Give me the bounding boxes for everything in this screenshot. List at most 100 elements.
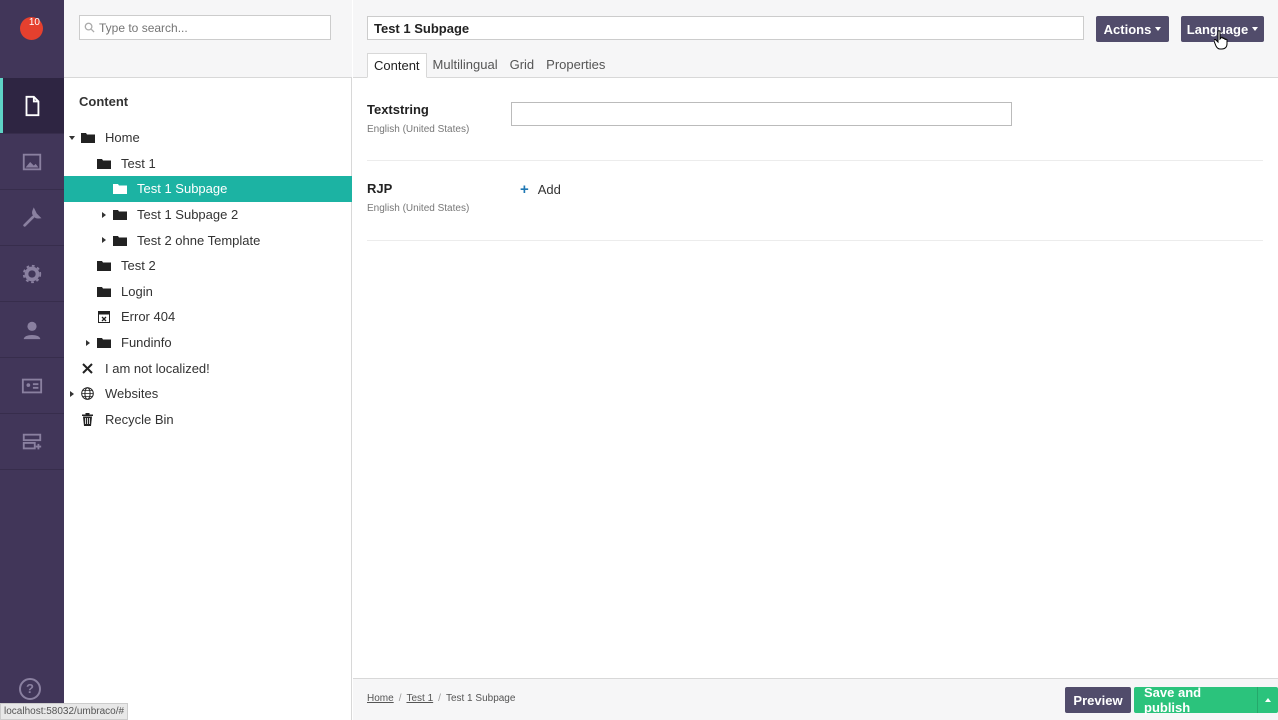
folder-icon	[112, 183, 127, 195]
tree-item[interactable]: Test 1 Subpage 2	[64, 202, 352, 228]
hand-cursor-icon	[1214, 30, 1228, 50]
section-developer[interactable]	[0, 246, 64, 302]
node-name-input[interactable]	[367, 16, 1084, 40]
tree-title: Content	[79, 94, 129, 109]
property-textstring: Textstring English (United States)	[367, 100, 1263, 161]
breadcrumb-test1[interactable]: Test 1	[406, 693, 433, 704]
folder-icon	[96, 337, 111, 349]
breadcrumb-current: Test 1 Subpage	[445, 693, 516, 704]
save-and-publish-label: Save and publish	[1144, 685, 1202, 715]
editor-panel: Actions Language Content Multilingual Gr…	[353, 0, 1278, 720]
caret-right-icon[interactable]	[86, 339, 90, 346]
status-bar-url: localhost:58032/umbraco/#	[0, 703, 129, 720]
folder-icon	[96, 157, 111, 169]
breadcrumb-separator: /	[398, 693, 402, 704]
tree-item-label: Test 1 Subpage 2	[137, 207, 239, 223]
tree-item[interactable]: Home	[64, 125, 352, 151]
image-icon	[22, 153, 42, 170]
tree-item-label: Websites	[105, 386, 159, 402]
wrench-icon	[23, 206, 42, 227]
tree-item[interactable]: Login	[64, 279, 352, 305]
preview-label: Preview	[1073, 692, 1123, 708]
tree-item[interactable]: Test 2 ohne Template	[64, 227, 352, 253]
help-icon[interactable]: ?	[19, 678, 41, 700]
tree-item[interactable]: Fundinfo	[64, 330, 352, 356]
property-label: RJP	[367, 181, 393, 196]
chevron-down-icon	[1252, 27, 1259, 31]
breadcrumb-separator: /	[438, 693, 441, 704]
save-and-publish-button[interactable]: Save and publish	[1134, 685, 1278, 715]
tree-item-label: Test 1	[121, 155, 156, 171]
user-avatar[interactable]: 10	[20, 17, 43, 40]
property-label: Textstring	[367, 102, 429, 117]
section-media[interactable]	[0, 134, 64, 190]
section-content[interactable]	[0, 78, 64, 134]
tree-item[interactable]: Recycle Bin	[64, 407, 352, 433]
search-input[interactable]	[99, 20, 319, 35]
section-users[interactable]	[0, 302, 64, 358]
tree-item-label: I am not localized!	[105, 360, 210, 376]
gear-icon	[22, 264, 42, 283]
search-icon	[84, 22, 95, 33]
add-label: Add	[537, 182, 561, 197]
caret-right-icon[interactable]	[102, 237, 106, 244]
forms-icon	[22, 433, 42, 449]
actions-label: Actions	[1103, 21, 1152, 37]
tree-item[interactable]: Test 2	[64, 253, 352, 279]
trash-icon	[80, 412, 95, 426]
preview-button[interactable]: Preview	[1065, 687, 1131, 713]
editor-footer: Home / Test 1 / Test 1 Subpage Preview S…	[353, 678, 1278, 720]
tree-item-label: Home	[105, 130, 140, 146]
caret-right-icon[interactable]	[70, 390, 74, 397]
section-rail: 10 ?	[0, 0, 64, 720]
caret-down-icon[interactable]	[69, 135, 75, 140]
add-button[interactable]: + Add	[520, 181, 561, 198]
property-description: English (United States)	[367, 124, 470, 135]
tree-item[interactable]: I am not localized!	[64, 355, 352, 381]
tree-item[interactable]: Error 404	[64, 304, 352, 330]
tree-item-label: Error 404	[121, 309, 176, 325]
actions-button[interactable]: Actions	[1096, 16, 1169, 42]
tree-item-label: Test 2	[121, 258, 156, 274]
tree-item[interactable]: Test 1 Subpage	[64, 176, 352, 202]
caret-right-icon[interactable]	[102, 211, 106, 218]
chevron-up-icon	[1264, 698, 1271, 702]
breadcrumb-home[interactable]: Home	[367, 693, 394, 704]
folder-icon	[96, 260, 111, 272]
search-box[interactable]	[79, 15, 331, 40]
folder-icon	[80, 132, 95, 144]
globe-icon	[80, 387, 95, 401]
section-settings[interactable]	[0, 190, 64, 246]
tree-item-label: Recycle Bin	[105, 411, 174, 427]
property-description: English (United States)	[367, 203, 470, 214]
content-tree-panel: Content Home Test 1 Test 1 Subpage Test 1 S…	[64, 0, 352, 720]
tab-grid[interactable]: Grid	[504, 53, 541, 78]
folder-icon	[96, 285, 111, 297]
chevron-down-icon	[1155, 27, 1162, 31]
folder-icon	[112, 209, 127, 221]
error-page-icon	[96, 310, 111, 323]
publish-options-toggle[interactable]	[1256, 687, 1278, 713]
textstring-input[interactable]	[511, 102, 1012, 126]
tree-item-label: Login	[121, 283, 153, 299]
property-rjp: RJP English (United States) + Add	[367, 161, 1263, 241]
tree-item-label: Fundinfo	[121, 335, 172, 351]
folder-icon	[112, 234, 127, 246]
user-icon	[23, 321, 41, 339]
tree-header	[64, 0, 352, 78]
editor-header: Actions Language Content Multilingual Gr…	[353, 0, 1278, 78]
tab-content[interactable]: Content	[367, 53, 427, 78]
section-forms[interactable]	[0, 414, 64, 470]
editor-tabs: Content Multilingual Grid Properties	[367, 53, 611, 78]
close-icon	[80, 362, 95, 374]
tree-item-label: Test 2 ohne Template	[137, 232, 261, 248]
plus-icon: +	[520, 181, 529, 198]
tree-list: Home Test 1 Test 1 Subpage Test 1 Subpage 2…	[64, 125, 352, 432]
tree-item[interactable]: Test 1	[64, 151, 352, 177]
document-icon	[25, 95, 40, 116]
tree-item[interactable]: Websites	[64, 381, 352, 407]
notification-count: 10	[28, 17, 40, 28]
tab-properties[interactable]: Properties	[540, 53, 611, 78]
tab-multilingual[interactable]: Multilingual	[427, 53, 504, 78]
section-members[interactable]	[0, 358, 64, 414]
